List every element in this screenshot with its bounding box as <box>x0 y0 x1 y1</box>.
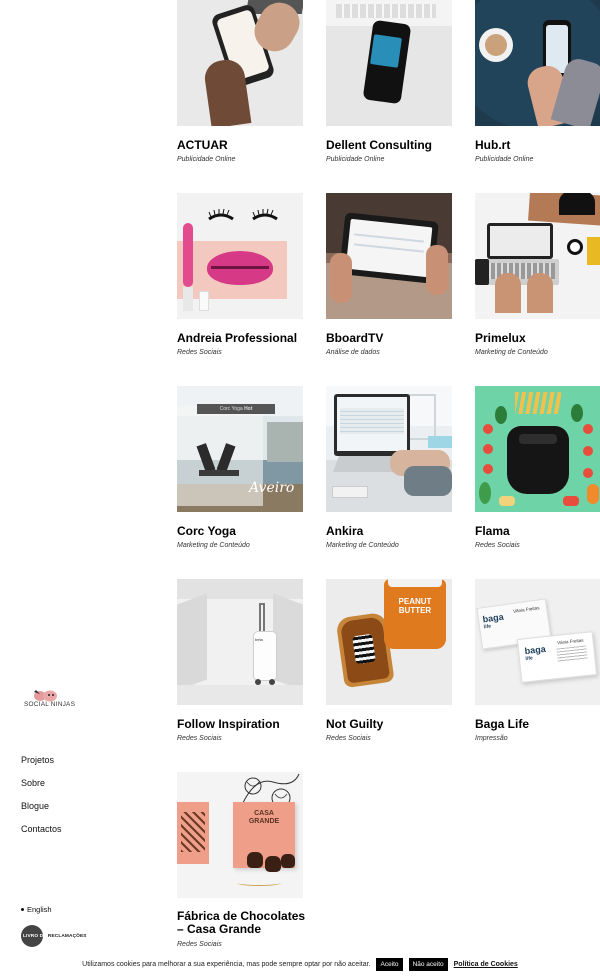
project-card[interactable]: Ankira Marketing de Conteúdo <box>326 386 453 549</box>
project-thumbnail[interactable] <box>475 0 600 126</box>
suitcase-brand: beta <box>255 637 263 642</box>
baga-logo-front: baga life <box>524 644 547 662</box>
yoga-tag-text: Corc Yoga <box>219 406 243 412</box>
project-card[interactable]: PEANUT BUTTER Not Guilty Redes Sociais <box>326 579 453 742</box>
project-thumbnail[interactable] <box>326 0 452 126</box>
language-switch[interactable]: English <box>21 905 52 914</box>
project-thumbnail[interactable]: PEANUT BUTTER <box>326 579 452 705</box>
project-title[interactable]: Baga Life <box>475 717 529 731</box>
project-card[interactable]: Dellent Consulting Publicidade Online <box>326 0 453 163</box>
bullet-icon <box>21 908 24 911</box>
project-category: Impressão <box>475 735 508 742</box>
project-category: Redes Sociais <box>475 542 520 549</box>
project-title[interactable]: Follow Inspiration <box>177 717 280 731</box>
project-category: Publicidade Online <box>475 156 534 163</box>
project-card[interactable]: Andreia Professional Redes Sociais <box>177 193 304 356</box>
cookie-policy-link[interactable]: Política de Cookies <box>454 961 518 968</box>
casa-grande-label: CASA GRANDE <box>241 810 287 826</box>
nav-item-projetos[interactable]: Projetos <box>21 753 62 776</box>
complaints-label-a: LIVRO DE <box>23 933 47 939</box>
project-card[interactable]: Flama Redes Sociais <box>475 386 600 549</box>
project-category: Análise de dados <box>326 349 380 356</box>
project-title[interactable]: Not Guilty <box>326 717 383 731</box>
project-category: Redes Sociais <box>177 735 222 742</box>
project-title[interactable]: Fábrica de Chocolates – Casa Grande <box>177 910 307 936</box>
project-card[interactable]: BboardTV Análise de dados <box>326 193 453 356</box>
project-thumbnail[interactable] <box>326 386 452 512</box>
project-thumbnail[interactable] <box>475 193 600 319</box>
yoga-tag: Corc Yoga Hot <box>197 404 275 414</box>
casa-grande-label-top: CASA <box>254 810 274 817</box>
project-category: Redes Sociais <box>326 735 371 742</box>
casa-grande-label-bottom: GRANDE <box>248 818 280 825</box>
cookie-message: Utilizamos cookies para melhorar a sua e… <box>82 961 371 968</box>
project-category: Marketing de Conteúdo <box>475 349 548 356</box>
project-title[interactable]: Ankira <box>326 524 363 538</box>
logo-text: SOCIAL NINJAS <box>24 701 76 708</box>
project-category: Publicidade Online <box>326 156 385 163</box>
project-category: Publicidade Online <box>177 156 236 163</box>
cookie-bar: Utilizamos cookies para melhorar a sua e… <box>0 953 600 976</box>
butter-label: PEANUT BUTTER <box>392 597 438 615</box>
ninja-logo-icon <box>34 690 57 702</box>
baga-logo-back: baga life <box>482 612 505 631</box>
nav-item-sobre[interactable]: Sobre <box>21 776 62 799</box>
project-thumbnail[interactable] <box>475 386 600 512</box>
butter-label-bottom: BUTTER <box>398 606 432 615</box>
project-title[interactable]: Flama <box>475 524 510 538</box>
butter-label-top: PEANUT <box>398 597 432 606</box>
project-title[interactable]: ACTUAR <box>177 138 228 152</box>
project-card[interactable]: Primelux Marketing de Conteúdo <box>475 193 600 356</box>
project-thumbnail[interactable]: beta <box>177 579 303 705</box>
project-card[interactable]: CASA GRANDE Fábrica de Chocolates – Casa… <box>177 772 305 948</box>
project-title[interactable]: Dellent Consulting <box>326 138 432 152</box>
project-category: Redes Sociais <box>177 941 222 948</box>
project-thumbnail[interactable]: baga life baga life Vânia Freitas Vânia … <box>475 579 600 705</box>
project-thumbnail[interactable] <box>326 193 452 319</box>
project-thumbnail[interactable]: CASA GRANDE <box>177 772 303 898</box>
project-title[interactable]: Corc Yoga <box>177 524 236 538</box>
project-thumbnail[interactable]: Corc Yoga Hot Aveiro <box>177 386 303 512</box>
cookie-accept-button[interactable]: Aceito <box>376 958 403 971</box>
project-card[interactable]: baga life baga life Vânia Freitas Vânia … <box>475 579 600 742</box>
cookie-decline-button[interactable]: Não aceito <box>408 958 448 971</box>
nav-item-contactos[interactable]: Contactos <box>21 822 62 845</box>
project-card[interactable]: Hub.rt Publicidade Online <box>475 0 600 163</box>
language-label: English <box>27 905 52 914</box>
project-category: Marketing de Conteúdo <box>326 542 399 549</box>
project-card[interactable]: ACTUAR Publicidade Online <box>177 0 304 163</box>
project-category: Marketing de Conteúdo <box>177 542 250 549</box>
main-nav: Projetos Sobre Blogue Contactos <box>21 753 62 845</box>
project-title[interactable]: Andreia Professional <box>177 331 297 345</box>
project-card[interactable]: beta Follow Inspiration Redes Sociais <box>177 579 304 742</box>
yoga-tag-bold: Hot <box>244 406 253 412</box>
sidebar: SOCIAL NINJAS Projetos Sobre Blogue Cont… <box>0 0 160 976</box>
complaints-book-link[interactable]: LIVRO DE RECLAMAÇÕES <box>21 925 107 947</box>
project-thumbnail[interactable] <box>177 0 303 126</box>
yoga-script-text: Aveiro <box>249 480 295 496</box>
complaints-label-b: RECLAMAÇÕES <box>46 933 87 939</box>
project-card[interactable]: Corc Yoga Hot Aveiro Corc Yoga Marketing… <box>177 386 304 549</box>
complaints-label: LIVRO DE RECLAMAÇÕES <box>23 934 87 939</box>
nav-item-blogue[interactable]: Blogue <box>21 799 62 822</box>
project-title[interactable]: BboardTV <box>326 331 383 345</box>
project-title[interactable]: Hub.rt <box>475 138 510 152</box>
project-thumbnail[interactable] <box>177 193 303 319</box>
project-category: Redes Sociais <box>177 349 222 356</box>
project-title[interactable]: Primelux <box>475 331 526 345</box>
eyelash-icon <box>208 208 278 221</box>
